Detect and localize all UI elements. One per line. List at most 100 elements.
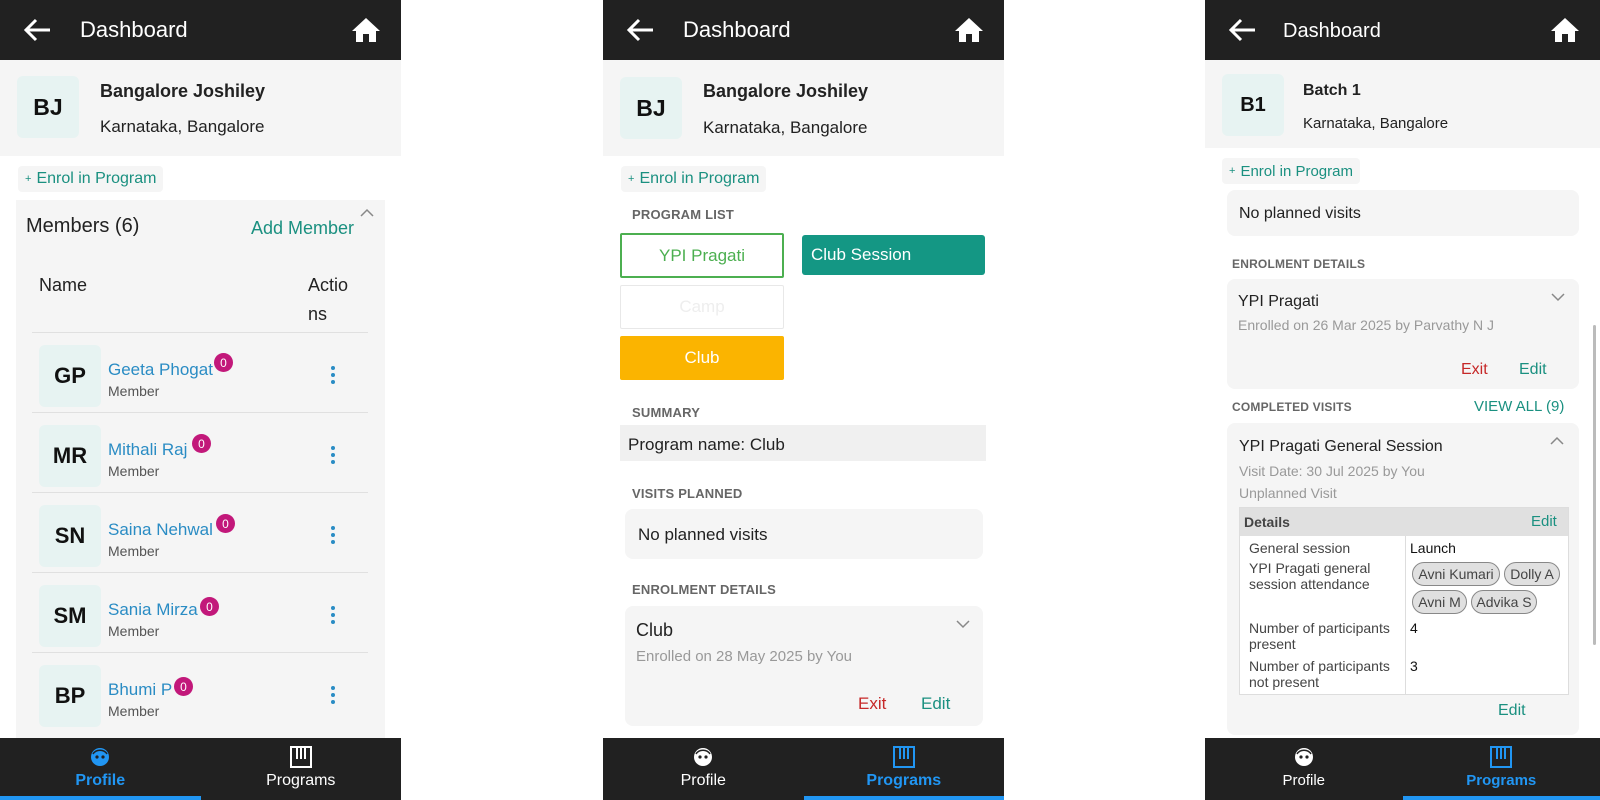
nav-programs[interactable]: Programs — [201, 738, 402, 800]
column-header-actions-wrap: ns — [308, 304, 328, 324]
enrolment-details-label: ENROLMENT DETAILS — [632, 582, 776, 597]
view-all-link[interactable]: VIEW ALL (9) — [1474, 398, 1564, 415]
member-row[interactable]: BP Bhumi P 0 Member — [32, 652, 368, 732]
arrow-left-icon[interactable] — [625, 16, 655, 44]
screen-batch-visits: Dashboard B1 Batch 1 Karnataka, Bangalor… — [1205, 0, 1600, 800]
program-camp-button[interactable]: Camp — [620, 285, 784, 329]
enrol-label: Enrol in Program — [1240, 162, 1353, 180]
chevron-up-icon[interactable] — [360, 208, 374, 217]
member-name-link[interactable]: Bhumi P — [108, 680, 172, 700]
visit-edit-button[interactable]: Edit — [1498, 702, 1526, 720]
summary-label: SUMMARY — [632, 405, 701, 420]
exit-button[interactable]: Exit — [858, 694, 886, 714]
nav-programs-label: Programs — [866, 772, 942, 789]
enrolment-details-label: ENROLMENT DETAILS — [1232, 257, 1366, 271]
program-club-session-button[interactable]: Club Session — [802, 235, 985, 275]
attendee-chip: Advika S — [1471, 590, 1537, 614]
visits-planned-label: VISITS PLANNED — [632, 486, 743, 501]
programs-icon — [289, 746, 312, 768]
member-name-link[interactable]: Mithali Raj — [108, 440, 187, 460]
present-value: 4 — [1410, 620, 1418, 636]
member-role: Member — [108, 383, 160, 399]
avatar: B1 — [1222, 74, 1284, 136]
scrollbar[interactable] — [1593, 325, 1596, 645]
nav-profile[interactable]: Profile — [603, 738, 804, 800]
profile-icon — [91, 748, 110, 766]
nav-programs[interactable]: Programs — [1402, 738, 1600, 800]
home-icon[interactable] — [351, 16, 381, 44]
member-role: Member — [108, 543, 160, 559]
app-bar: Dashboard — [603, 0, 1004, 60]
attendance-label-line2: session attendance — [1249, 576, 1370, 592]
enrol-in-program-button[interactable]: + Enrol in Program — [18, 166, 164, 192]
column-header-actions: Actio — [308, 275, 349, 295]
enrolled-program-name: Club — [636, 620, 674, 640]
column-divider — [1405, 536, 1406, 694]
profile-name: Batch 1 — [1303, 82, 1361, 99]
profile-header: B1 Batch 1 Karnataka, Bangalore — [1205, 60, 1600, 148]
profile-icon — [694, 748, 713, 766]
app-title: Dashboard — [80, 17, 188, 42]
nav-programs-label: Programs — [1466, 772, 1537, 789]
app-bar: Dashboard — [0, 0, 401, 60]
member-name-link[interactable]: Sania Mirza — [108, 600, 198, 620]
member-row[interactable]: MR Mithali Raj 0 Member — [32, 412, 368, 492]
summary-text: Program name: Club — [620, 425, 986, 461]
add-member-button[interactable]: Add Member — [251, 218, 354, 239]
arrow-left-icon[interactable] — [1227, 16, 1257, 44]
screen-program-list: Dashboard BJ Bangalore Joshiley Karnatak… — [603, 0, 1004, 800]
plus-icon: + — [628, 173, 635, 185]
member-row[interactable]: SM Sania Mirza 0 Member — [32, 572, 368, 652]
avatar: SN — [39, 505, 101, 567]
home-icon[interactable] — [1550, 16, 1580, 44]
edit-button[interactable]: Edit — [921, 694, 950, 714]
enrolment-card[interactable]: YPI Pragati Enrolled on 26 Mar 2025 by P… — [1227, 279, 1579, 389]
enrolled-on-text: Enrolled on 26 Mar 2025 by Parvathy N J — [1238, 317, 1495, 333]
enrol-label: Enrol in Program — [36, 170, 157, 187]
chevron-up-icon[interactable] — [1550, 436, 1564, 445]
bottom-navigation: Profile Programs — [0, 738, 401, 800]
member-row[interactable]: SN Saina Nehwal 0 Member — [32, 492, 368, 572]
member-row[interactable]: GP Geeta Phogat 0 Member — [32, 332, 368, 412]
exit-button[interactable]: Exit — [1461, 361, 1488, 379]
count-badge: 0 — [216, 514, 235, 533]
avatar: SM — [39, 585, 101, 647]
no-planned-visits: No planned visits — [625, 509, 983, 559]
nav-programs[interactable]: Programs — [803, 738, 1005, 800]
not-present-label-line2: not present — [1249, 674, 1320, 690]
member-name-link[interactable]: Geeta Phogat — [108, 360, 213, 380]
app-title: Dashboard — [1283, 20, 1381, 42]
enrolment-card[interactable]: Club Enrolled on 28 May 2025 by You Exit… — [625, 606, 983, 726]
not-present-label-line1: Number of participants — [1249, 658, 1390, 674]
attendance-label-line1: YPI Pragati general — [1249, 560, 1371, 576]
member-role: Member — [108, 703, 160, 719]
more-vertical-icon[interactable] — [331, 525, 335, 545]
more-vertical-icon[interactable] — [331, 365, 335, 385]
details-table-header: Details Edit — [1240, 508, 1568, 536]
count-badge: 0 — [214, 353, 233, 372]
chevron-down-icon[interactable] — [1551, 293, 1565, 302]
program-ypi-pragati-button[interactable]: YPI Pragati — [620, 233, 784, 278]
member-role: Member — [108, 623, 160, 639]
visit-type: Unplanned Visit — [1239, 485, 1337, 501]
nav-profile[interactable]: Profile — [0, 738, 201, 800]
enrol-in-program-button[interactable]: + Enrol in Program — [1222, 158, 1360, 184]
home-icon[interactable] — [954, 16, 984, 44]
profile-icon — [1294, 748, 1313, 766]
visit-date: Visit Date: 30 Jul 2025 by You — [1239, 463, 1425, 479]
nav-profile-label: Profile — [75, 772, 126, 789]
program-club-button[interactable]: Club — [620, 336, 784, 380]
nav-profile[interactable]: Profile — [1205, 738, 1403, 800]
more-vertical-icon[interactable] — [331, 685, 335, 705]
more-vertical-icon[interactable] — [331, 445, 335, 465]
more-vertical-icon[interactable] — [331, 605, 335, 625]
member-name-link[interactable]: Saina Nehwal — [108, 520, 213, 540]
edit-button[interactable]: Edit — [1519, 361, 1547, 379]
avatar: MR — [39, 425, 101, 487]
details-edit-button[interactable]: Edit — [1531, 513, 1557, 530]
chevron-down-icon[interactable] — [956, 620, 970, 629]
count-badge: 0 — [192, 434, 211, 453]
arrow-left-icon[interactable] — [22, 16, 52, 44]
enrol-in-program-button[interactable]: + Enrol in Program — [621, 166, 767, 192]
members-title: Members (6) — [26, 215, 140, 237]
